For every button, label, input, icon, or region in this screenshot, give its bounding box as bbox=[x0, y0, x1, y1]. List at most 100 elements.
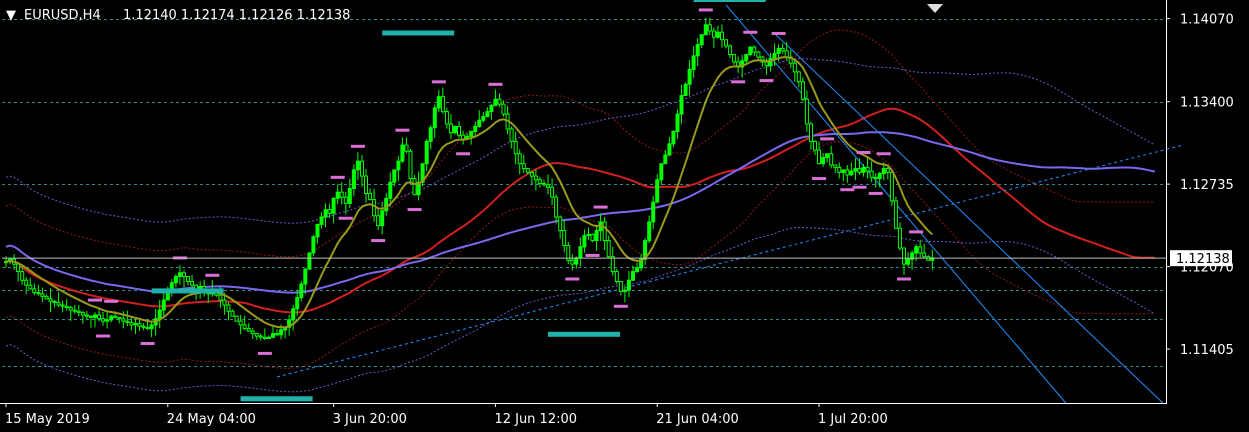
candle-body bbox=[444, 111, 449, 125]
candle-body bbox=[254, 333, 259, 337]
candle-body bbox=[663, 154, 668, 165]
sr-bar-1 bbox=[548, 331, 621, 337]
candle-body bbox=[877, 173, 882, 180]
fractal-down-mark bbox=[613, 304, 628, 308]
candle-body bbox=[675, 113, 680, 132]
x-tick-label: 3 Jun 20:00 bbox=[333, 412, 407, 427]
candle-body bbox=[291, 308, 296, 321]
candle-body bbox=[230, 310, 235, 317]
candle-body bbox=[105, 319, 110, 322]
candle-body bbox=[570, 259, 575, 265]
candle-body bbox=[97, 314, 101, 320]
candle-body bbox=[68, 307, 73, 311]
candle-body bbox=[113, 315, 118, 318]
candle-body bbox=[914, 246, 919, 254]
candle-body bbox=[182, 272, 186, 277]
fractal-up-mark bbox=[431, 80, 446, 84]
candle-body bbox=[865, 166, 870, 172]
candle-body bbox=[408, 150, 413, 180]
candle-body bbox=[44, 295, 49, 300]
candle-body bbox=[869, 170, 874, 178]
candle-body bbox=[497, 98, 502, 105]
candle-body bbox=[918, 246, 923, 254]
candle-body bbox=[266, 336, 271, 339]
sr-bar-2 bbox=[382, 30, 455, 36]
candle-body bbox=[469, 130, 474, 137]
chart-background bbox=[0, 0, 1249, 432]
candle-body bbox=[109, 315, 114, 321]
candle-body bbox=[36, 292, 41, 295]
candle-body bbox=[238, 320, 243, 326]
candle-body bbox=[84, 314, 89, 317]
fractal-down-mark bbox=[759, 79, 774, 83]
candle-body bbox=[501, 103, 506, 115]
candle-body bbox=[384, 197, 389, 212]
candle-body bbox=[881, 168, 886, 175]
price-chart[interactable]: 1.140701.134001.127351.120701.114051.121… bbox=[0, 0, 1249, 432]
y-tick-label: 1.14070 bbox=[1180, 13, 1234, 28]
candle-body bbox=[28, 284, 33, 290]
fractal-down-mark bbox=[456, 152, 471, 156]
candle-body bbox=[323, 209, 328, 218]
candle-body bbox=[218, 294, 223, 301]
sr-bar-4 bbox=[240, 396, 313, 402]
candle-body bbox=[76, 310, 81, 313]
candle-body bbox=[667, 143, 672, 156]
candle-body bbox=[873, 176, 878, 180]
candle-body bbox=[651, 201, 656, 223]
candle-body bbox=[485, 111, 490, 118]
candle-body bbox=[133, 323, 138, 326]
fractal-down-mark bbox=[565, 277, 580, 281]
candle-body bbox=[647, 221, 652, 242]
candle-body bbox=[821, 157, 826, 165]
candle-body bbox=[279, 329, 284, 336]
candle-body bbox=[295, 297, 300, 310]
fractal-up-mark bbox=[856, 151, 871, 155]
candle-body bbox=[339, 191, 344, 198]
candle-body bbox=[574, 257, 579, 265]
candle-body bbox=[303, 268, 308, 285]
candle-body bbox=[453, 126, 457, 134]
candle-body bbox=[671, 130, 676, 145]
fractal-down-mark bbox=[812, 177, 827, 181]
candle-body bbox=[481, 116, 486, 121]
fractal-down-mark bbox=[371, 239, 386, 243]
x-tick-label: 15 May 2019 bbox=[5, 412, 90, 427]
x-tick-label: 24 May 04:00 bbox=[167, 412, 256, 427]
fractal-down-mark bbox=[407, 208, 422, 212]
candle-body bbox=[720, 31, 724, 41]
candle-body bbox=[242, 324, 247, 330]
fractal-down-mark bbox=[585, 253, 600, 257]
candle-body bbox=[20, 271, 25, 281]
candle-body bbox=[222, 299, 227, 306]
fractal-up-mark bbox=[330, 175, 345, 179]
candle-body bbox=[48, 298, 53, 302]
candle-body bbox=[271, 333, 275, 338]
candle-body bbox=[537, 179, 542, 185]
candle-body bbox=[80, 312, 85, 316]
fractal-down-mark bbox=[731, 80, 746, 84]
fractal-down-mark bbox=[840, 188, 855, 192]
candle-body bbox=[744, 54, 749, 62]
candle-body bbox=[748, 46, 753, 55]
candle-body bbox=[780, 47, 785, 52]
chart-menu-icon[interactable]: ▼ bbox=[6, 8, 16, 23]
fractal-up-mark bbox=[876, 152, 891, 156]
candle-body bbox=[618, 281, 623, 292]
candle-body bbox=[922, 252, 927, 258]
candle-body bbox=[756, 51, 761, 58]
candle-body bbox=[60, 304, 65, 307]
candle-body bbox=[52, 300, 57, 303]
candle-body bbox=[558, 216, 563, 232]
candle-body bbox=[776, 47, 781, 54]
candle-body bbox=[897, 227, 902, 249]
candle-body bbox=[784, 50, 789, 58]
fractal-up-mark bbox=[771, 31, 786, 35]
candle-body bbox=[578, 246, 583, 259]
candle-body bbox=[659, 163, 664, 181]
candle-body bbox=[586, 233, 591, 237]
fractal-up-mark bbox=[104, 299, 119, 303]
candle-body bbox=[436, 96, 441, 109]
candle-body bbox=[258, 335, 263, 338]
candle-body bbox=[772, 52, 777, 59]
